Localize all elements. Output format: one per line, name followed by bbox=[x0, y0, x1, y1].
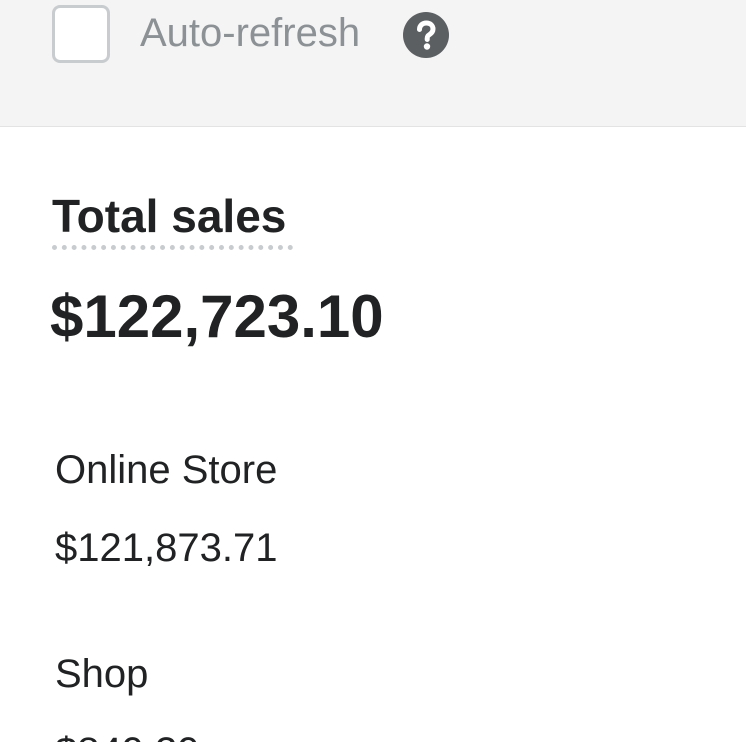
question-mark-circle-icon[interactable] bbox=[402, 11, 450, 59]
total-sales-value: $122,723.10 bbox=[50, 283, 384, 350]
sales-card: Total sales $122,723.10 Online Store $12… bbox=[0, 128, 746, 742]
channel-label-shop: Shop bbox=[55, 652, 149, 696]
auto-refresh-checkbox[interactable] bbox=[52, 5, 110, 63]
auto-refresh-label[interactable]: Auto-refresh bbox=[140, 9, 360, 57]
toolbar: Auto-refresh bbox=[0, 0, 746, 127]
total-sales-title[interactable]: Total sales bbox=[52, 188, 286, 244]
channel-label-online-store: Online Store bbox=[55, 448, 278, 492]
channel-value-online-store: $121,873.71 bbox=[55, 526, 278, 570]
channel-value-shop: $849.39 bbox=[55, 728, 200, 742]
total-sales-title-underline bbox=[52, 245, 293, 250]
